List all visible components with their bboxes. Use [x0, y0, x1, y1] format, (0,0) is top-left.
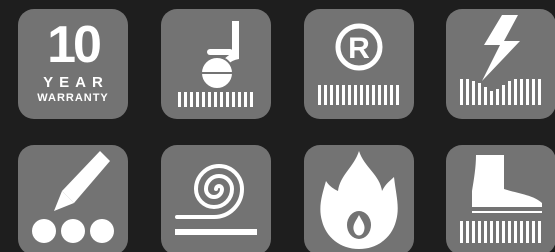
castor-chair-icon	[161, 9, 271, 119]
boot-icon	[446, 145, 555, 252]
icon-grid: 10 YEAR WARRANTY R	[0, 0, 555, 252]
dye-pen-icon	[18, 145, 128, 252]
roll-spiral-icon	[161, 145, 271, 252]
warranty-year-label: YEAR	[43, 74, 109, 91]
svg-text:R: R	[348, 32, 370, 65]
warranty-icon: 10 YEAR WARRANTY	[18, 9, 128, 119]
fire-flame-icon	[304, 145, 414, 252]
warranty-number: 10	[47, 16, 102, 74]
antistatic-icon	[446, 9, 555, 119]
registered-trademark-icon: R	[304, 9, 414, 119]
warranty-label: WARRANTY	[37, 92, 109, 104]
